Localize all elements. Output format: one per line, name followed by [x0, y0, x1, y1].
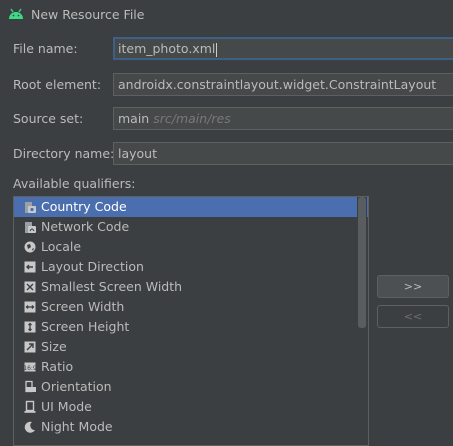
qualifier-label: UI Mode	[41, 399, 92, 414]
qualifier-item-size[interactable]: Size	[14, 337, 368, 357]
qualifiers-scrollbar[interactable]	[357, 197, 367, 437]
screen-width-icon	[24, 301, 36, 313]
qualifier-label: Screen Height	[41, 319, 130, 334]
qualifier-item-ui-mode[interactable]: UI Mode	[14, 397, 368, 417]
text-caret	[216, 42, 218, 57]
svg-text:16:9: 16:9	[23, 365, 37, 372]
root-element-label: Root element:	[13, 77, 102, 92]
network-code-icon	[25, 222, 36, 233]
layout-direction-icon	[24, 261, 36, 273]
ratio-icon: 16:9	[23, 362, 37, 372]
file-name-value: item_photo.xml	[118, 41, 216, 56]
add-qualifier-button[interactable]: >>	[377, 275, 449, 298]
qualifier-label: Country Code	[41, 199, 127, 214]
orientation-icon	[25, 380, 36, 393]
available-qualifiers-list[interactable]: Country Code Network Code Locale Layout …	[13, 196, 369, 446]
qualifier-item-smallest-screen-width[interactable]: Smallest Screen Width	[14, 277, 368, 297]
directory-name-value: layout	[118, 146, 158, 161]
ui-mode-icon	[24, 400, 36, 413]
qualifier-label: Orientation	[41, 379, 112, 394]
source-set-path: src/main/res	[153, 111, 231, 126]
remove-qualifier-button[interactable]: <<	[377, 305, 449, 328]
available-qualifiers-label: Available qualifiers:	[13, 176, 136, 191]
qualifier-item-night-mode[interactable]: Night Mode	[14, 417, 368, 437]
qualifier-item-screen-width[interactable]: Screen Width	[14, 297, 368, 317]
qualifier-label: Ratio	[41, 359, 74, 374]
qualifier-item-ratio[interactable]: 16:9 Ratio	[14, 357, 368, 377]
qualifier-item-country-code[interactable]: Country Code	[14, 197, 368, 217]
qualifier-item-locale[interactable]: Locale	[14, 237, 368, 257]
title-bar: New Resource File	[0, 0, 453, 30]
size-icon	[24, 341, 36, 353]
scrollbar-thumb[interactable]	[358, 197, 366, 328]
file-name-label: File name:	[13, 41, 78, 56]
window-title: New Resource File	[31, 7, 145, 22]
qualifier-label: Locale	[41, 239, 82, 254]
source-set-select[interactable]: main src/main/res	[113, 107, 453, 130]
qualifier-label: Night Mode	[41, 419, 113, 434]
country-code-icon	[25, 202, 36, 213]
qualifier-label: Layout Direction	[41, 259, 144, 274]
qualifier-label: Smallest Screen Width	[41, 279, 183, 294]
qualifier-label: Network Code	[41, 219, 130, 234]
source-set-label: Source set:	[13, 111, 84, 126]
globe-icon	[24, 241, 36, 253]
directory-name-label: Directory name:	[13, 146, 115, 161]
source-set-value: main	[118, 111, 150, 126]
night-mode-icon	[24, 421, 35, 433]
qualifier-label: Screen Width	[41, 299, 125, 314]
qualifier-item-screen-height[interactable]: Screen Height	[14, 317, 368, 337]
qualifier-item-orientation[interactable]: Orientation	[14, 377, 368, 397]
screen-height-icon	[24, 321, 36, 333]
qualifier-label: Size	[41, 339, 67, 354]
file-name-input[interactable]: item_photo.xml	[113, 37, 453, 60]
root-element-input[interactable]: androidx.constraintlayout.widget.Constra…	[113, 73, 453, 96]
smallest-width-icon	[24, 281, 36, 293]
android-icon	[9, 8, 23, 19]
qualifier-item-network-code[interactable]: Network Code	[14, 217, 368, 237]
directory-name-input[interactable]: layout	[113, 142, 453, 165]
qualifier-item-layout-direction[interactable]: Layout Direction	[14, 257, 368, 277]
root-element-value: androidx.constraintlayout.widget.Constra…	[118, 77, 437, 92]
